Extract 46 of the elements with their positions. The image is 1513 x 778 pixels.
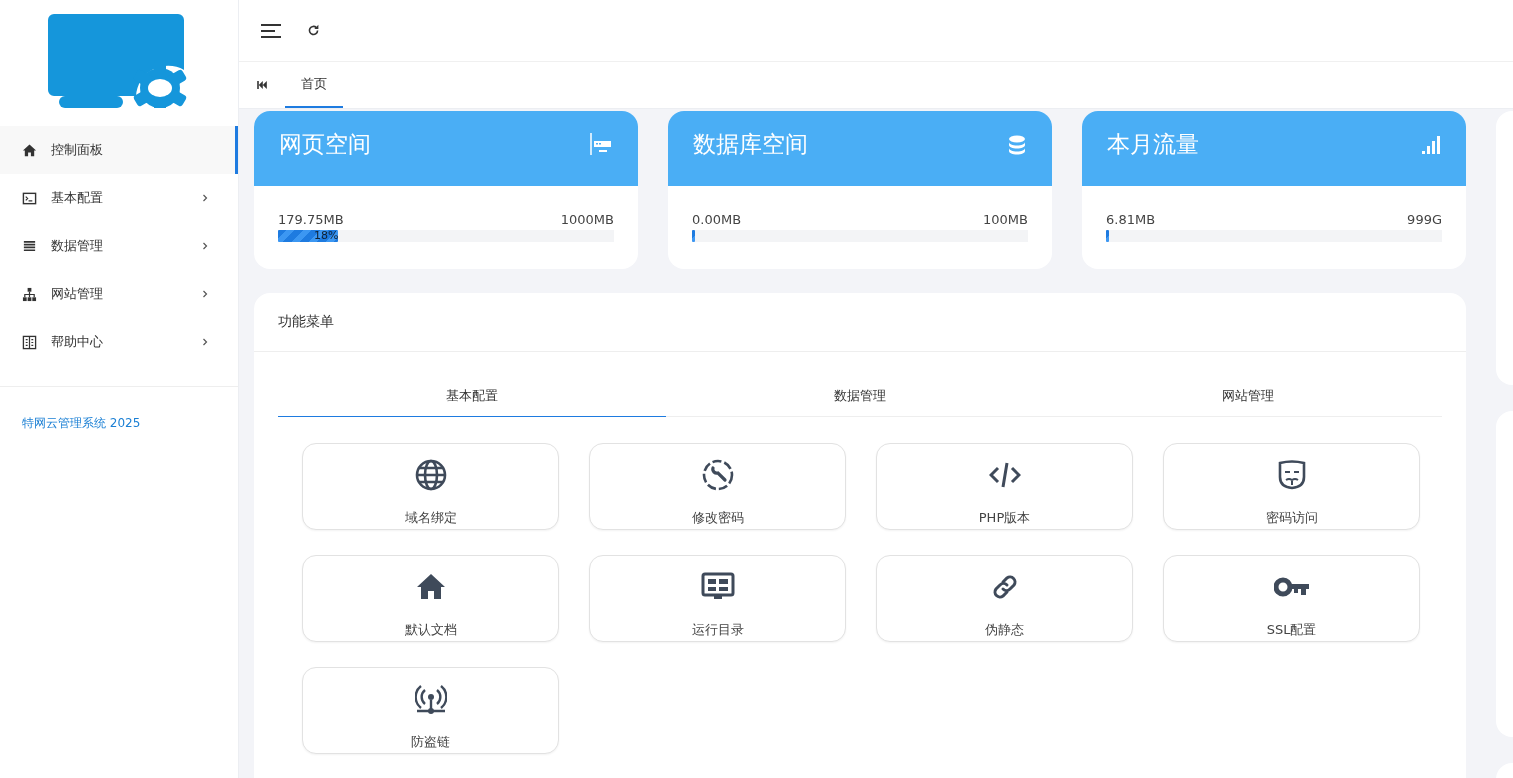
sidebar-item[interactable]: 网站管理: [0, 270, 238, 318]
sidebar-item[interactable]: 帮助中心: [0, 318, 238, 366]
copyright-text: 特网云管理系统 2025: [22, 416, 141, 430]
function-tile[interactable]: 域名绑定: [302, 443, 559, 530]
usage-percent: 18%: [314, 229, 339, 242]
wrench-icon: [701, 459, 734, 491]
skip-back-icon: [257, 81, 267, 89]
function-tile[interactable]: 密码访问: [1163, 443, 1420, 530]
function-tile[interactable]: PHP版本: [876, 443, 1133, 530]
antenna-icon: [414, 683, 447, 715]
refresh-icon: [307, 24, 320, 37]
function-tile[interactable]: 伪静态: [876, 555, 1133, 642]
terminal-icon: [22, 190, 37, 206]
category-tab[interactable]: 基本配置: [278, 376, 666, 417]
total-amount: 100MB: [983, 212, 1028, 227]
key-icon: [1273, 575, 1310, 599]
sidebar-item[interactable]: 控制面板: [0, 126, 238, 174]
total-amount: 999G: [1407, 212, 1442, 227]
database-icon: [1008, 134, 1026, 155]
page-tab[interactable]: 首页: [285, 62, 343, 108]
function-tile[interactable]: SSL配置: [1163, 555, 1420, 642]
card-title: 功能菜单: [278, 313, 334, 331]
stat-title: 网页空间: [279, 130, 371, 159]
function-tile[interactable]: 修改密码: [589, 443, 846, 530]
function-tile[interactable]: 防盗链: [302, 667, 559, 754]
function-tile[interactable]: 默认文档: [302, 555, 559, 642]
stat-title: 数据库空间: [693, 130, 808, 159]
category-tab[interactable]: 数据管理: [666, 376, 1054, 417]
book-icon: [22, 334, 37, 350]
used-amount: 179.75MB: [278, 212, 344, 227]
home-icon: [22, 142, 37, 158]
function-tile[interactable]: 运行目录: [589, 555, 846, 642]
total-amount: 1000MB: [560, 212, 614, 227]
sidebar-item[interactable]: 数据管理: [0, 222, 238, 270]
server-icon: [590, 132, 612, 157]
menu-icon: [261, 23, 281, 38]
used-amount: 6.81MB: [1106, 212, 1156, 227]
category-tab[interactable]: 网站管理: [1054, 376, 1442, 417]
monitor-icon: [700, 572, 735, 602]
stat-title: 本月流量: [1107, 130, 1199, 159]
sidebar-item[interactable]: 基本配置: [0, 174, 238, 222]
used-amount: 0.00MB: [692, 212, 742, 227]
sitemap-icon: [22, 286, 37, 302]
signal-bars-icon: [1422, 135, 1440, 154]
list-icon: [22, 238, 37, 254]
globe-icon: [414, 459, 447, 491]
